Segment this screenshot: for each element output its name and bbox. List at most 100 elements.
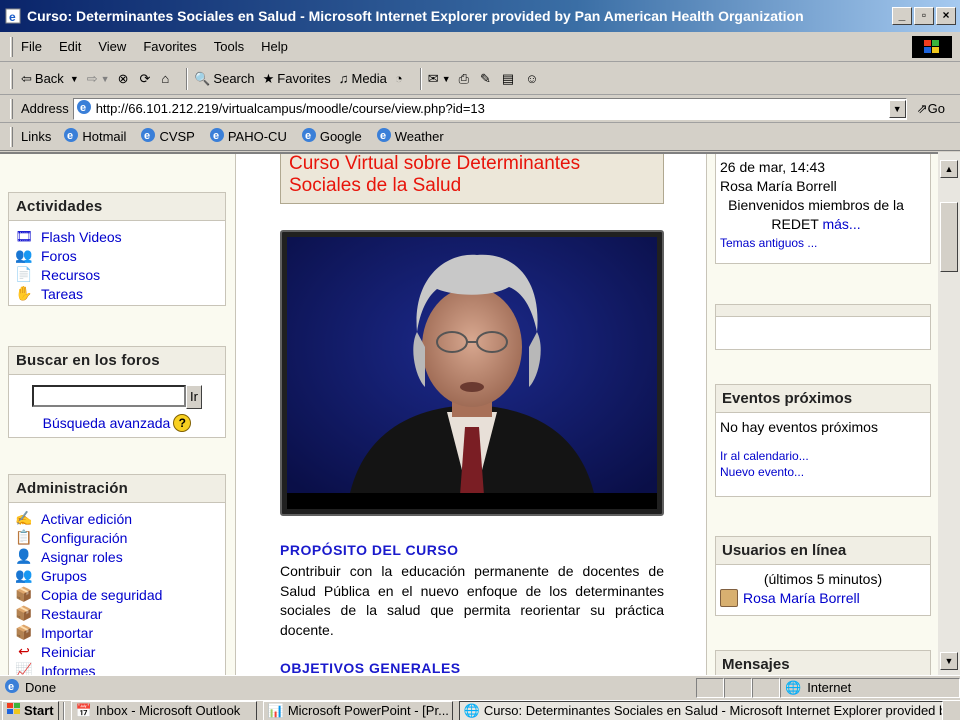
new-event-link[interactable]: Nuevo evento... <box>720 465 926 479</box>
ie-window: e Curso: Determinantes Sociales en Salud… <box>0 0 960 720</box>
favorites-label: Favorites <box>277 71 331 86</box>
svg-text:e: e <box>8 681 14 693</box>
admin-configuracion[interactable]: 📋 Configuración <box>15 528 219 547</box>
resource-icon: 📄 <box>15 266 33 282</box>
refresh-button[interactable]: ⟳ <box>139 71 153 87</box>
admin-importar[interactable]: 📦 Importar <box>15 623 219 642</box>
address-dropdown-button[interactable]: ▼ <box>888 99 906 118</box>
minimize-button[interactable]: _ <box>892 7 912 25</box>
online-user-name[interactable]: Rosa María Borrell <box>743 590 860 606</box>
search-button[interactable]: 🔍 Search <box>194 71 254 87</box>
link-google[interactable]: e Google <box>301 127 362 146</box>
url-input[interactable] <box>95 101 886 116</box>
admin-activar-edicion[interactable]: ✍ Activar edición <box>15 509 219 528</box>
scroll-down-button[interactable]: ▼ <box>940 652 958 670</box>
toolbar-grip[interactable] <box>10 98 13 119</box>
admin-grupos[interactable]: 👥 Grupos <box>15 566 219 585</box>
older-topics-link[interactable]: Temas antiguos ... <box>720 236 926 250</box>
ie-page-icon: e <box>140 127 156 146</box>
link-hotmail[interactable]: e Hotmail <box>63 127 126 146</box>
link-weather[interactable]: e Weather <box>376 127 444 146</box>
menu-favorites[interactable]: Favorites <box>143 39 196 54</box>
admin-reiniciar[interactable]: ↩ Reiniciar <box>15 642 219 661</box>
windows-logo-icon <box>912 36 952 58</box>
address-field[interactable]: e ▼ <box>72 97 907 120</box>
admin-informes[interactable]: 📈 Informes <box>15 661 219 675</box>
scroll-thumb[interactable] <box>940 202 958 272</box>
stop-button[interactable]: ⊗ <box>118 71 132 87</box>
svg-text:e: e <box>380 130 386 142</box>
activity-tareas[interactable]: ✋ Tareas <box>15 284 219 303</box>
toolbar-grip[interactable] <box>10 68 13 89</box>
go-label: Go <box>927 101 945 116</box>
history-button[interactable]: ◔ <box>395 71 406 86</box>
upcoming-events-block: Eventos próximos No hay eventos próximos… <box>715 384 931 497</box>
go-button[interactable]: ⇗ Go <box>917 101 945 117</box>
powerpoint-icon: 📊 <box>267 702 284 718</box>
flash-video-player[interactable] <box>280 230 664 516</box>
ie-page-icon: e <box>4 678 20 697</box>
chevron-down-icon[interactable]: ▼ <box>101 74 110 84</box>
scroll-up-button[interactable]: ▲ <box>940 160 958 178</box>
favorites-button[interactable]: ★ Favorites <box>263 71 331 87</box>
toolbar-grip[interactable] <box>10 36 13 57</box>
advanced-search-link[interactable]: Búsqueda avanzada <box>43 415 171 431</box>
link-cvsp[interactable]: e CVSP <box>140 127 195 146</box>
backup-icon: 📦 <box>15 586 33 602</box>
back-button[interactable]: ⇦ Back ▼ <box>21 71 79 87</box>
link-paho-cu[interactable]: e PAHO-CU <box>209 127 287 146</box>
ie-page-icon: 🌐 <box>463 702 480 718</box>
media-button[interactable]: ♫ Media <box>339 71 387 86</box>
link-label: Hotmail <box>82 129 127 144</box>
task-label: Microsoft PowerPoint - [Pr... <box>287 703 449 718</box>
home-button[interactable]: ⌂ <box>161 71 172 86</box>
online-users-block: Usuarios en línea (últimos 5 minutos) Ro… <box>715 536 931 616</box>
chevron-down-icon[interactable]: ▼ <box>70 74 79 84</box>
link-label: CVSP <box>159 129 195 144</box>
menu-tools[interactable]: Tools <box>214 39 244 54</box>
task-powerpoint[interactable]: 📊 Microsoft PowerPoint - [Pr... <box>262 701 453 720</box>
close-button[interactable]: × <box>936 7 956 25</box>
administration-block: Administración ✍ Activar edición 📋 Configu… <box>8 474 226 675</box>
menu-view[interactable]: View <box>98 39 126 54</box>
menu-bar: File Edit View Favorites Tools Help <box>0 32 960 62</box>
menu-file[interactable]: File <box>21 39 42 54</box>
task-internet-explorer[interactable]: 🌐 Curso: Determinantes Sociales en Salud… <box>458 701 943 720</box>
admin-restaurar[interactable]: 📦 Restaurar <box>15 604 219 623</box>
messenger-button[interactable]: ☺ <box>525 71 541 86</box>
activity-recursos[interactable]: 📄 Recursos <box>15 265 219 284</box>
forum-search-input[interactable] <box>32 385 187 407</box>
mail-button[interactable]: ✉ ▼ <box>428 71 451 87</box>
activity-flash-videos[interactable]: 🎞 Flash Videos <box>15 227 219 246</box>
admin-label: Reiniciar <box>41 643 96 660</box>
news-more-link[interactable]: más... <box>822 216 860 232</box>
video-frame-image <box>287 237 657 509</box>
activity-foros[interactable]: 👥 Foros <box>15 246 219 265</box>
print-button[interactable]: ⎙ <box>459 71 472 87</box>
chevron-down-icon[interactable]: ▼ <box>442 74 451 84</box>
status-text: Done <box>25 680 57 695</box>
vertical-scrollbar[interactable]: ▲ ▼ <box>938 152 960 675</box>
online-user-row[interactable]: Rosa María Borrell <box>720 589 926 607</box>
help-icon[interactable]: ? <box>173 414 192 432</box>
forum-search-button[interactable]: Ir <box>186 385 202 409</box>
activity-label: Flash Videos <box>41 228 122 245</box>
news-author: Rosa María Borrell <box>720 178 837 194</box>
objectives-title: OBJETIVOS GENERALES <box>280 660 461 675</box>
admin-label: Restaurar <box>41 605 103 622</box>
link-label: Weather <box>394 129 444 144</box>
maximize-button[interactable]: ▫ <box>914 7 934 25</box>
discuss-button[interactable]: ▤ <box>502 71 517 87</box>
calendar-link[interactable]: Ir al calendario... <box>720 449 926 463</box>
activity-label: Recursos <box>41 266 101 283</box>
start-button[interactable]: Start <box>2 701 59 720</box>
task-outlook[interactable]: 📅 Inbox - Microsoft Outlook <box>70 701 257 720</box>
forward-button[interactable]: ⇨ ▼ <box>87 71 110 87</box>
admin-copia-seguridad[interactable]: 📦 Copia de seguridad <box>15 585 219 604</box>
admin-asignar-roles[interactable]: 👤 Asignar roles <box>15 547 219 566</box>
toolbar-grip[interactable] <box>10 126 13 147</box>
menu-help[interactable]: Help <box>261 39 288 54</box>
window-title: Curso: Determinantes Sociales en Salud -… <box>27 8 804 24</box>
edit-button[interactable]: ✎ <box>480 71 494 87</box>
menu-edit[interactable]: Edit <box>59 39 81 54</box>
